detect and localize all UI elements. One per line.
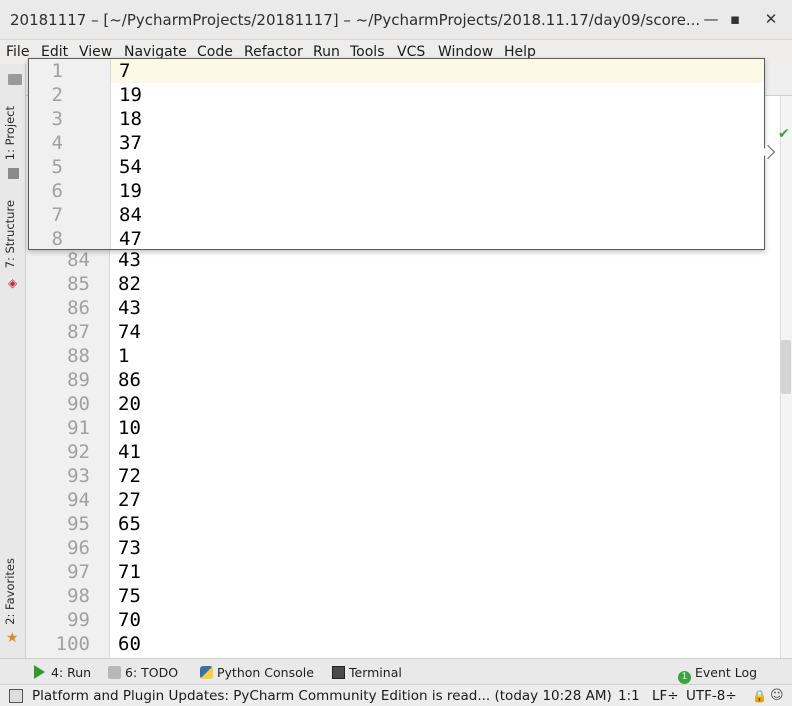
tool-window-bar: 4: Run 6: TODO Python Console Terminal 1…: [0, 658, 792, 684]
folder-icon[interactable]: [8, 74, 22, 85]
code-preview-popup: 1 7 2 19 3 18 4 37 5 54 6 19 7 84 8 47: [28, 58, 765, 250]
editor-line-number: 84: [67, 249, 90, 271]
editor-code-line[interactable]: 72: [118, 464, 141, 488]
popup-code-line: 19: [119, 180, 142, 202]
popup-code-line: 47: [119, 228, 142, 250]
popup-code-line: 7: [119, 60, 131, 82]
editor-line-number: 97: [67, 561, 90, 583]
editor-code-line[interactable]: 73: [118, 536, 141, 560]
editor-line-number: 99: [67, 609, 90, 631]
event-log-label: Event Log: [695, 665, 758, 680]
python-console-label: Python Console: [217, 665, 314, 680]
editor-line-number: 86: [67, 297, 90, 319]
editor-line-number: 89: [67, 369, 90, 391]
editor-line-number: 90: [67, 393, 90, 415]
popup-line-number: 2: [51, 84, 63, 106]
editor-code-line[interactable]: 43: [118, 296, 141, 320]
popup-code-line: 54: [119, 156, 142, 178]
popup-code-line: 18: [119, 108, 142, 130]
tab-structure[interactable]: 7: Structure: [3, 200, 17, 268]
popup-code-line: 84: [119, 204, 142, 226]
status-message[interactable]: Platform and Plugin Updates: PyCharm Com…: [32, 688, 612, 704]
editor-code-line[interactable]: 1: [118, 344, 129, 368]
run-label: 4: Run: [51, 665, 92, 680]
editor-line-number: 94: [67, 489, 90, 511]
popup-line-number: 1: [51, 60, 63, 82]
editor-code-line[interactable]: 74: [118, 320, 141, 344]
title-bar: 20181117 – [~/PycharmProjects/20181117] …: [0, 0, 792, 40]
editor-code-line[interactable]: 86: [118, 368, 141, 392]
editor-code-line[interactable]: 82: [118, 272, 141, 296]
popup-line-number: 6: [51, 180, 63, 202]
tab-todo[interactable]: 6: TODO: [108, 665, 178, 680]
todo-label: 6: TODO: [125, 665, 179, 680]
editor-line-number: 85: [67, 273, 90, 295]
tab-event-log[interactable]: 1 Event Log: [678, 665, 757, 684]
run-icon: [34, 665, 45, 679]
maximize-icon[interactable]: ▪: [724, 8, 746, 30]
project-icon: [8, 168, 19, 179]
tab-terminal[interactable]: Terminal: [332, 665, 402, 680]
inspector-icon[interactable]: ☺: [770, 688, 784, 703]
terminal-label: Terminal: [349, 665, 402, 680]
python-icon: [200, 666, 213, 679]
event-log-icon: 1: [678, 671, 691, 684]
tab-favorites[interactable]: 2: Favorites: [3, 558, 17, 625]
menu-file[interactable]: File: [6, 44, 29, 60]
popup-code-line: 37: [119, 132, 142, 154]
tab-project[interactable]: 1: Project: [3, 106, 17, 160]
todo-icon: [108, 666, 121, 679]
editor-code-line[interactable]: 27: [118, 488, 141, 512]
lock-icon[interactable]: 🔒: [752, 689, 767, 703]
structure-icon: ◈: [8, 276, 18, 290]
popup-line-number: 4: [51, 132, 63, 154]
popup-line-number: 8: [51, 228, 63, 250]
editor-line-number: 96: [67, 537, 90, 559]
editor-line-number: 95: [67, 513, 90, 535]
editor-code-line[interactable]: 71: [118, 560, 141, 584]
editor-line-number: 93: [67, 465, 90, 487]
highlighted-line: [29, 59, 764, 83]
popup-code-line: 19: [119, 84, 142, 106]
editor-line-number: 92: [67, 441, 90, 463]
popup-line-number: 5: [51, 156, 63, 178]
line-separator[interactable]: LF÷: [652, 688, 679, 704]
tool-windows-icon[interactable]: [9, 689, 23, 703]
editor-line-number: 88: [67, 345, 90, 367]
status-bar: Platform and Plugin Updates: PyCharm Com…: [0, 684, 792, 706]
popup-line-number: 3: [51, 108, 63, 130]
minimize-icon[interactable]: —: [700, 8, 722, 30]
editor-code-line[interactable]: 41: [118, 440, 141, 464]
vertical-scrollbar[interactable]: [781, 340, 791, 394]
editor-code-line[interactable]: 10: [118, 416, 141, 440]
editor-code-line[interactable]: 20: [118, 392, 141, 416]
editor-code-line[interactable]: 60: [118, 632, 141, 656]
window-title: 20181117 – [~/PycharmProjects/20181117] …: [10, 11, 701, 29]
star-icon: ★: [6, 630, 19, 646]
tab-python-console[interactable]: Python Console: [200, 665, 314, 680]
editor-code-line[interactable]: 65: [118, 512, 141, 536]
close-icon[interactable]: ✕: [760, 8, 782, 30]
terminal-icon: [332, 666, 345, 679]
editor-code-line[interactable]: 70: [118, 608, 141, 632]
caret-position[interactable]: 1:1: [618, 688, 640, 704]
file-encoding[interactable]: UTF-8÷: [686, 688, 737, 704]
check-icon: ✔: [778, 126, 790, 142]
tab-run[interactable]: 4: Run: [34, 665, 91, 680]
editor-line-number: 98: [67, 585, 90, 607]
popup-line-number: 7: [51, 204, 63, 226]
left-tool-strip: 1: Project 7: Structure ◈ 2: Favorites ★: [0, 64, 26, 658]
editor-line-number: 87: [67, 321, 90, 343]
editor-line-number: 91: [67, 417, 90, 439]
editor-code-line[interactable]: 75: [118, 584, 141, 608]
editor-line-number: 100: [55, 633, 90, 655]
editor-code-line[interactable]: 43: [118, 248, 141, 272]
